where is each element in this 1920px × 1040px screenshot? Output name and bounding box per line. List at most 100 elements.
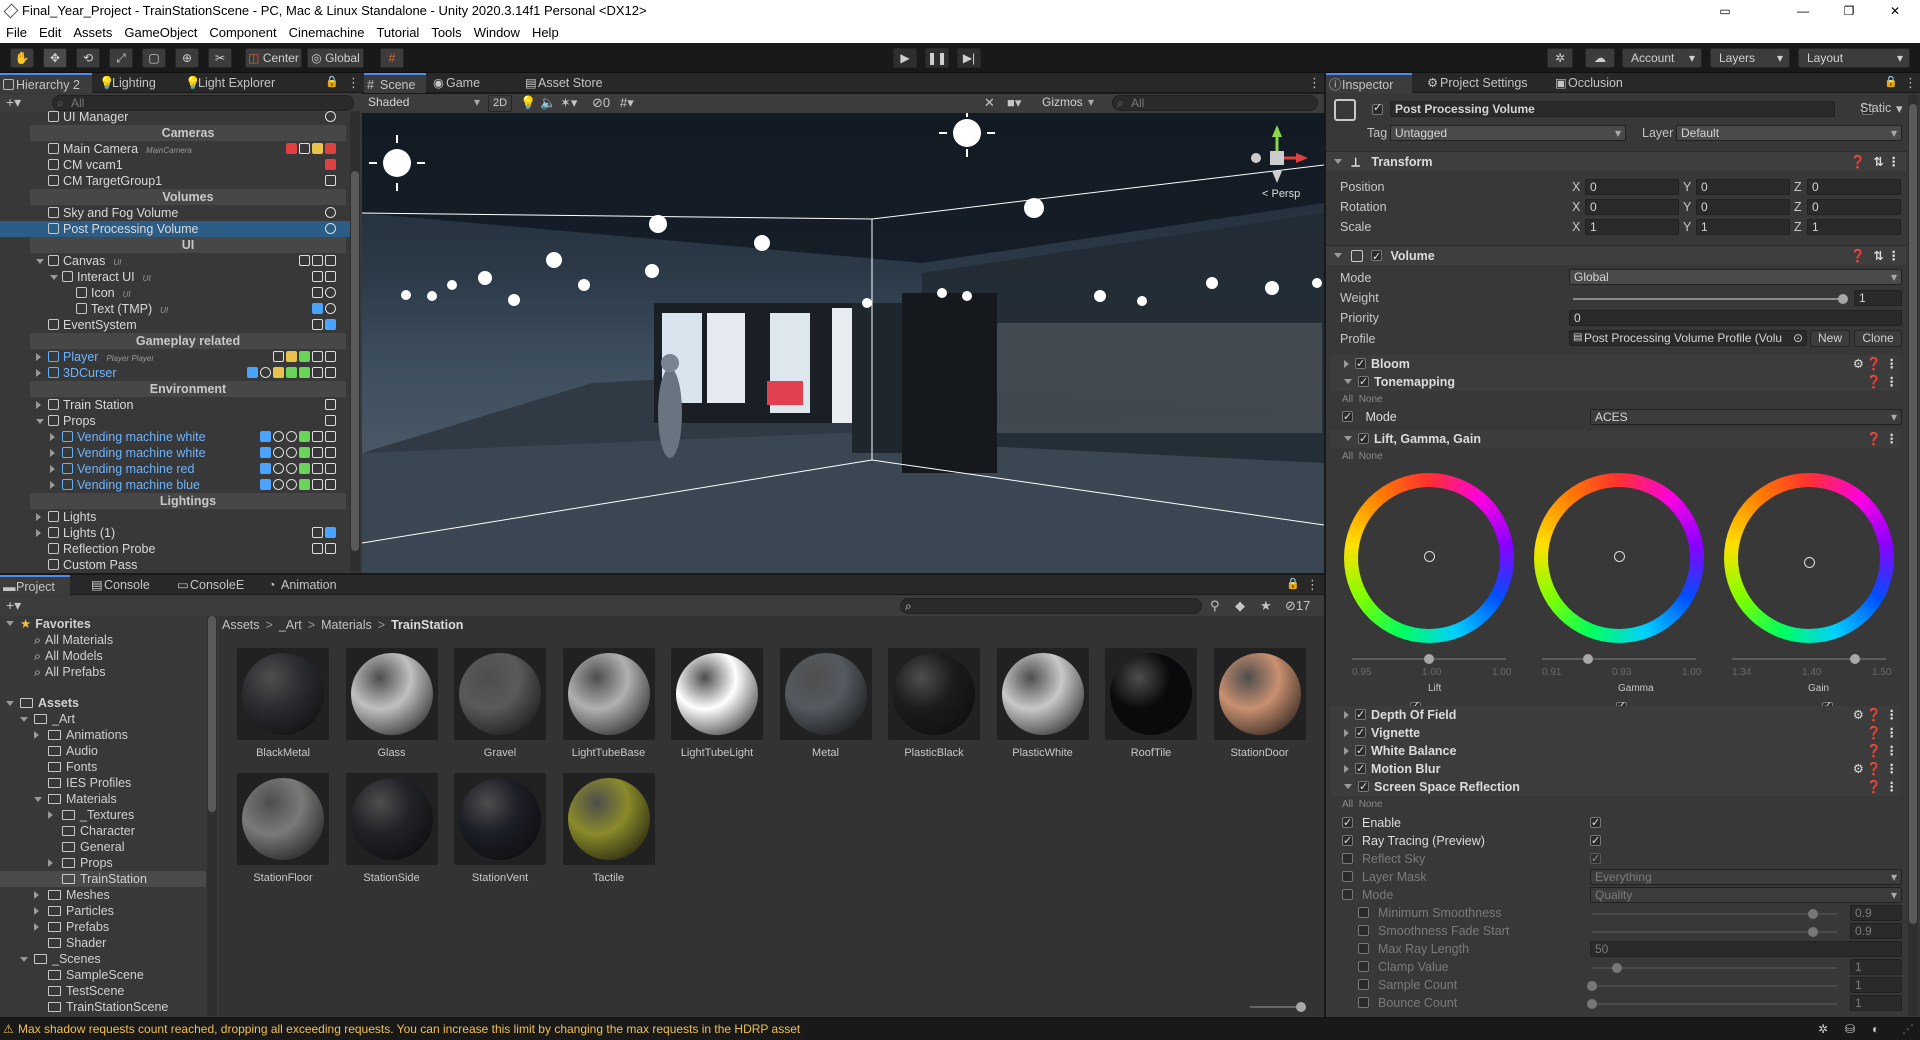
wheel-center-handle[interactable]: [1804, 557, 1815, 568]
volume-enabled-checkbox[interactable]: [1370, 247, 1382, 267]
maximize-button[interactable]: ❐: [1826, 0, 1872, 22]
minimize-button[interactable]: —: [1780, 0, 1826, 22]
cache-icon[interactable]: ⛁: [1845, 1018, 1855, 1040]
project-folder-item[interactable]: TestScene: [0, 983, 206, 999]
hierarchy-section-header[interactable]: UI: [30, 237, 346, 253]
hierarchy-item[interactable]: Vending machine white: [0, 445, 350, 461]
wheel-gain-slider[interactable]: [1732, 654, 1886, 664]
dof-override-header[interactable]: Depth Of Field ⚙❓⋮: [1330, 706, 1900, 724]
lock-icon[interactable]: 🔒: [1286, 577, 1300, 590]
ssr-value-slider[interactable]: [1592, 927, 1837, 937]
transform-z-field[interactable]: 0: [1807, 199, 1901, 215]
fold-arrow-icon[interactable]: [48, 811, 53, 819]
fold-arrow-icon[interactable]: [34, 891, 39, 899]
active-checkbox[interactable]: [1372, 101, 1383, 115]
object-picker-icon[interactable]: ⊙: [1793, 331, 1803, 345]
status-bar[interactable]: ⚠ Max shadow requests count reached, dro…: [0, 1017, 1920, 1040]
ssr-value-checkbox[interactable]: [1590, 814, 1601, 832]
override-menu-icon[interactable]: ⋮: [1886, 742, 1899, 760]
tag-dropdown[interactable]: Untagged: [1390, 125, 1626, 141]
lock-icon[interactable]: 🔒: [1884, 75, 1898, 88]
project-folder-item[interactable]: TrainStation: [0, 871, 206, 887]
add-icon[interactable]: +▾: [6, 94, 21, 111]
gear-icon[interactable]: ⚙: [1853, 706, 1864, 724]
object-name-field[interactable]: Post Processing Volume: [1390, 101, 1835, 117]
color-wheel-gamma[interactable]: [1534, 473, 1704, 643]
fold-arrow-icon[interactable]: [34, 907, 39, 915]
ssr-value-slider[interactable]: [1592, 963, 1837, 973]
audio-toggle-icon[interactable]: 🔈: [540, 95, 556, 111]
help-icon[interactable]: ❓: [1866, 706, 1882, 724]
more-menu-icon[interactable]: ⋮: [1306, 577, 1319, 593]
2d-toggle[interactable]: 2D: [488, 95, 512, 112]
ssr-value-checkbox[interactable]: [1590, 832, 1601, 850]
layer-dropdown[interactable]: Default: [1676, 125, 1902, 141]
fold-arrow-icon[interactable]: [50, 481, 55, 489]
scene-orientation-gizmo[interactable]: < Persp: [1242, 123, 1312, 203]
help-icon[interactable]: ❓: [1866, 430, 1882, 448]
menu-item-gameobject[interactable]: GameObject: [118, 22, 203, 43]
override-menu-icon[interactable]: ⋮: [1886, 706, 1899, 724]
grid-snap-button[interactable]: #: [380, 48, 404, 68]
step-button[interactable]: ▶|: [957, 48, 981, 68]
override-menu-icon[interactable]: ⋮: [1886, 724, 1899, 742]
scene-search-input[interactable]: ⌕ All: [1112, 95, 1318, 111]
favorites-header[interactable]: ★ Favorites: [6, 616, 91, 632]
vignette-enabled-checkbox[interactable]: [1355, 724, 1366, 742]
move-tool-button[interactable]: ✥: [43, 48, 67, 68]
hierarchy-item[interactable]: UI Manager: [0, 111, 350, 125]
fold-arrow-icon[interactable]: [36, 353, 41, 361]
tab-asset-store[interactable]: ▤ Asset Store: [522, 73, 612, 93]
override-checkbox[interactable]: [1358, 997, 1369, 1008]
camera-icon[interactable]: ■▾: [1007, 95, 1021, 111]
preset-icon[interactable]: ⇅: [1874, 152, 1884, 172]
static-dropdown-icon[interactable]: ▾: [1896, 101, 1903, 117]
transform-z-field[interactable]: 1: [1807, 219, 1901, 235]
tonemapping-mode-override-checkbox[interactable]: [1342, 408, 1353, 426]
slider-knob[interactable]: [1611, 963, 1622, 973]
material-asset[interactable]: PlasticWhite: [996, 648, 1090, 759]
transform-y-field[interactable]: 1: [1696, 219, 1790, 235]
hierarchy-item[interactable]: Vending machine white: [0, 429, 350, 445]
fold-arrow-icon[interactable]: [36, 419, 44, 424]
help-icon[interactable]: ❓: [1866, 778, 1882, 796]
hierarchy-item[interactable]: CM vcam1: [0, 157, 350, 173]
fold-arrow-icon[interactable]: [36, 529, 41, 537]
gear-icon[interactable]: ⚙: [1853, 355, 1864, 373]
transform-z-field[interactable]: 0: [1807, 179, 1901, 195]
project-folder-item[interactable]: TrainStationScene: [0, 999, 206, 1015]
slider-knob[interactable]: [1838, 294, 1848, 304]
clone-profile-button[interactable]: Clone: [1854, 330, 1902, 347]
menu-item-help[interactable]: Help: [526, 22, 565, 43]
ssr-value-field[interactable]: 0.9: [1850, 905, 1902, 921]
services-icon[interactable]: ✲: [1547, 48, 1573, 68]
custom-tool-button[interactable]: ✂: [208, 48, 232, 68]
fold-arrow-icon[interactable]: [36, 259, 44, 264]
hidden-packages-icon[interactable]: ⊘17: [1285, 598, 1310, 614]
project-folder-item[interactable]: Prefabs: [0, 919, 206, 935]
ssr-value-checkbox[interactable]: [1590, 850, 1601, 868]
ssr-value-dropdown[interactable]: Everything: [1590, 869, 1902, 885]
all-none-toggle[interactable]: All None: [1342, 448, 1383, 466]
fold-arrow-icon[interactable]: [6, 621, 14, 626]
menu-item-tutorial[interactable]: Tutorial: [370, 22, 425, 43]
hierarchy-item[interactable]: Post Processing Volume: [0, 221, 350, 237]
shading-mode-dropdown[interactable]: Shaded: [364, 95, 484, 111]
project-folder-item[interactable]: _Textures: [0, 807, 206, 823]
override-checkbox[interactable]: [1358, 979, 1369, 990]
override-checkbox[interactable]: [1358, 907, 1369, 918]
tab-scene[interactable]: # Scene: [364, 73, 426, 93]
inspector-scrollbar[interactable]: [1908, 94, 1918, 1016]
motion-blur-override-header[interactable]: Motion Blur ⚙❓⋮: [1330, 760, 1900, 778]
transform-y-field[interactable]: 0: [1696, 199, 1790, 215]
vignette-override-header[interactable]: Vignette ❓⋮: [1330, 724, 1900, 742]
fold-arrow-icon[interactable]: [36, 401, 41, 409]
volume-header[interactable]: Volume ❓ ⇅ ⋮: [1326, 245, 1906, 267]
hierarchy-section-header[interactable]: Gameplay related: [30, 333, 346, 349]
project-folder-item[interactable]: Fonts: [0, 759, 206, 775]
window-sidebar-icon[interactable]: ▭: [1702, 0, 1748, 22]
fold-arrow-icon[interactable]: [36, 369, 41, 377]
material-asset[interactable]: LightTubeLight: [670, 648, 764, 759]
ssr-value-dropdown[interactable]: Quality: [1590, 887, 1902, 903]
slider-knob[interactable]: [1587, 999, 1597, 1009]
